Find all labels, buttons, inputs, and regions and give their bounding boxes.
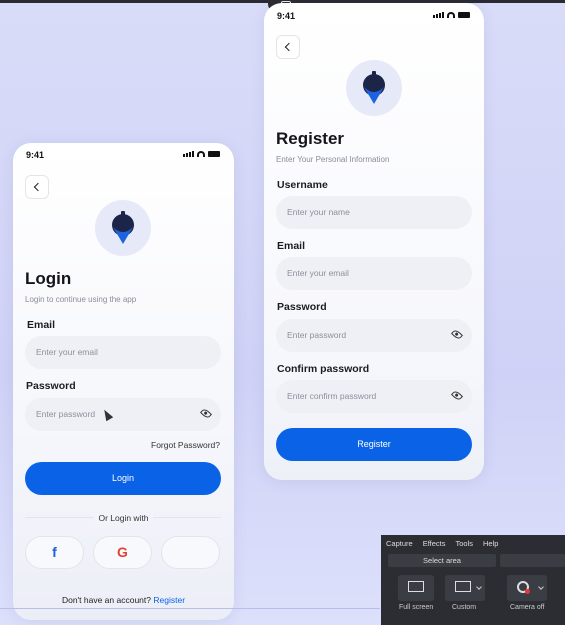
- signal-icon: [183, 151, 194, 157]
- google-icon: G: [117, 544, 128, 560]
- username-placeholder: Enter your name: [287, 207, 350, 217]
- email-label: Email: [277, 240, 306, 252]
- eye-icon[interactable]: [199, 407, 213, 420]
- robot-logo-icon: [363, 71, 385, 104]
- email-label: Email: [27, 319, 56, 331]
- full-screen-label: Full screen: [399, 604, 434, 611]
- confirm-password-label: Confirm password: [277, 363, 370, 375]
- forgot-password-link[interactable]: Forgot Password?: [151, 440, 220, 450]
- back-button[interactable]: [276, 35, 300, 59]
- confirm-password-placeholder: Enter confirm password: [287, 391, 377, 401]
- custom-button[interactable]: [445, 575, 485, 601]
- battery-icon: [208, 151, 220, 157]
- login-screen: 9:41 Login Login to continue using the a…: [13, 143, 234, 620]
- password-label: Password: [277, 301, 327, 313]
- email-placeholder: Enter your email: [287, 268, 349, 278]
- no-account-text: Don't have an account?: [61, 595, 151, 605]
- google-button[interactable]: G: [93, 536, 152, 569]
- chevron-down-icon[interactable]: [476, 584, 482, 590]
- camera-icon: [517, 581, 530, 594]
- battery-icon: [458, 12, 470, 18]
- camera-off-label: Camera off: [510, 604, 545, 611]
- login-button[interactable]: Login: [25, 462, 221, 495]
- menu-help[interactable]: Help: [483, 539, 498, 548]
- password-placeholder: Enter password: [36, 409, 96, 419]
- camera-button[interactable]: [507, 575, 547, 601]
- eye-icon[interactable]: [450, 328, 464, 341]
- register-button[interactable]: Register: [276, 428, 472, 461]
- status-bar: 9:41: [264, 3, 484, 27]
- email-placeholder: Enter your email: [36, 347, 98, 357]
- signal-icon: [433, 12, 444, 18]
- status-time: 9:41: [277, 11, 296, 21]
- status-time: 9:41: [26, 150, 45, 160]
- menu-capture[interactable]: Capture: [386, 539, 413, 548]
- page-title: Login: [25, 269, 72, 288]
- app-logo: [346, 60, 402, 116]
- wifi-icon: [447, 12, 455, 18]
- facebook-icon: f: [52, 544, 57, 560]
- page-subtitle: Enter Your Personal Information: [276, 155, 390, 164]
- email-field[interactable]: Enter your email: [25, 336, 221, 369]
- capture-tool-panel: Capture Effects Tools Help Select area F…: [381, 535, 565, 625]
- facebook-button[interactable]: f: [25, 536, 84, 569]
- select-area-header: Select area: [388, 554, 496, 567]
- custom-label: Custom: [452, 604, 477, 611]
- register-screen: 9:41 Register Enter Your Personal Inform…: [264, 3, 484, 480]
- select-area-extra: [500, 554, 565, 567]
- back-button[interactable]: [25, 175, 49, 199]
- register-link[interactable]: Register: [153, 595, 185, 605]
- monitor-icon: [455, 581, 471, 592]
- email-field[interactable]: Enter your email: [276, 257, 472, 290]
- username-field[interactable]: Enter your name: [276, 196, 472, 229]
- monitor-icon: [408, 581, 424, 592]
- wifi-icon: [197, 151, 205, 157]
- or-login-with: Or Login with: [13, 513, 234, 523]
- divider-text: Or Login with: [94, 513, 153, 523]
- password-field[interactable]: Enter password: [276, 319, 472, 352]
- status-icons: [183, 151, 220, 157]
- apple-button[interactable]: [161, 536, 220, 569]
- status-icons: [433, 12, 470, 18]
- register-prompt: Don't have an account? Register: [13, 595, 234, 605]
- capture-menu: Capture Effects Tools Help: [386, 539, 498, 548]
- password-label: Password: [26, 380, 76, 392]
- password-field[interactable]: Enter password: [25, 398, 221, 431]
- app-logo: [95, 200, 151, 256]
- robot-logo-icon: [112, 211, 134, 244]
- bottom-strip: [0, 608, 380, 609]
- eye-icon[interactable]: [450, 389, 464, 402]
- status-bar: 9:41: [13, 143, 234, 167]
- chevron-down-icon[interactable]: [538, 584, 544, 590]
- menu-tools[interactable]: Tools: [455, 539, 473, 548]
- menu-effects[interactable]: Effects: [423, 539, 446, 548]
- page-title: Register: [276, 129, 345, 148]
- username-label: Username: [277, 179, 328, 191]
- confirm-password-field[interactable]: Enter confirm password: [276, 380, 472, 413]
- page-subtitle: Login to continue using the app: [25, 295, 137, 304]
- full-screen-button[interactable]: [398, 575, 434, 601]
- password-placeholder: Enter password: [287, 330, 347, 340]
